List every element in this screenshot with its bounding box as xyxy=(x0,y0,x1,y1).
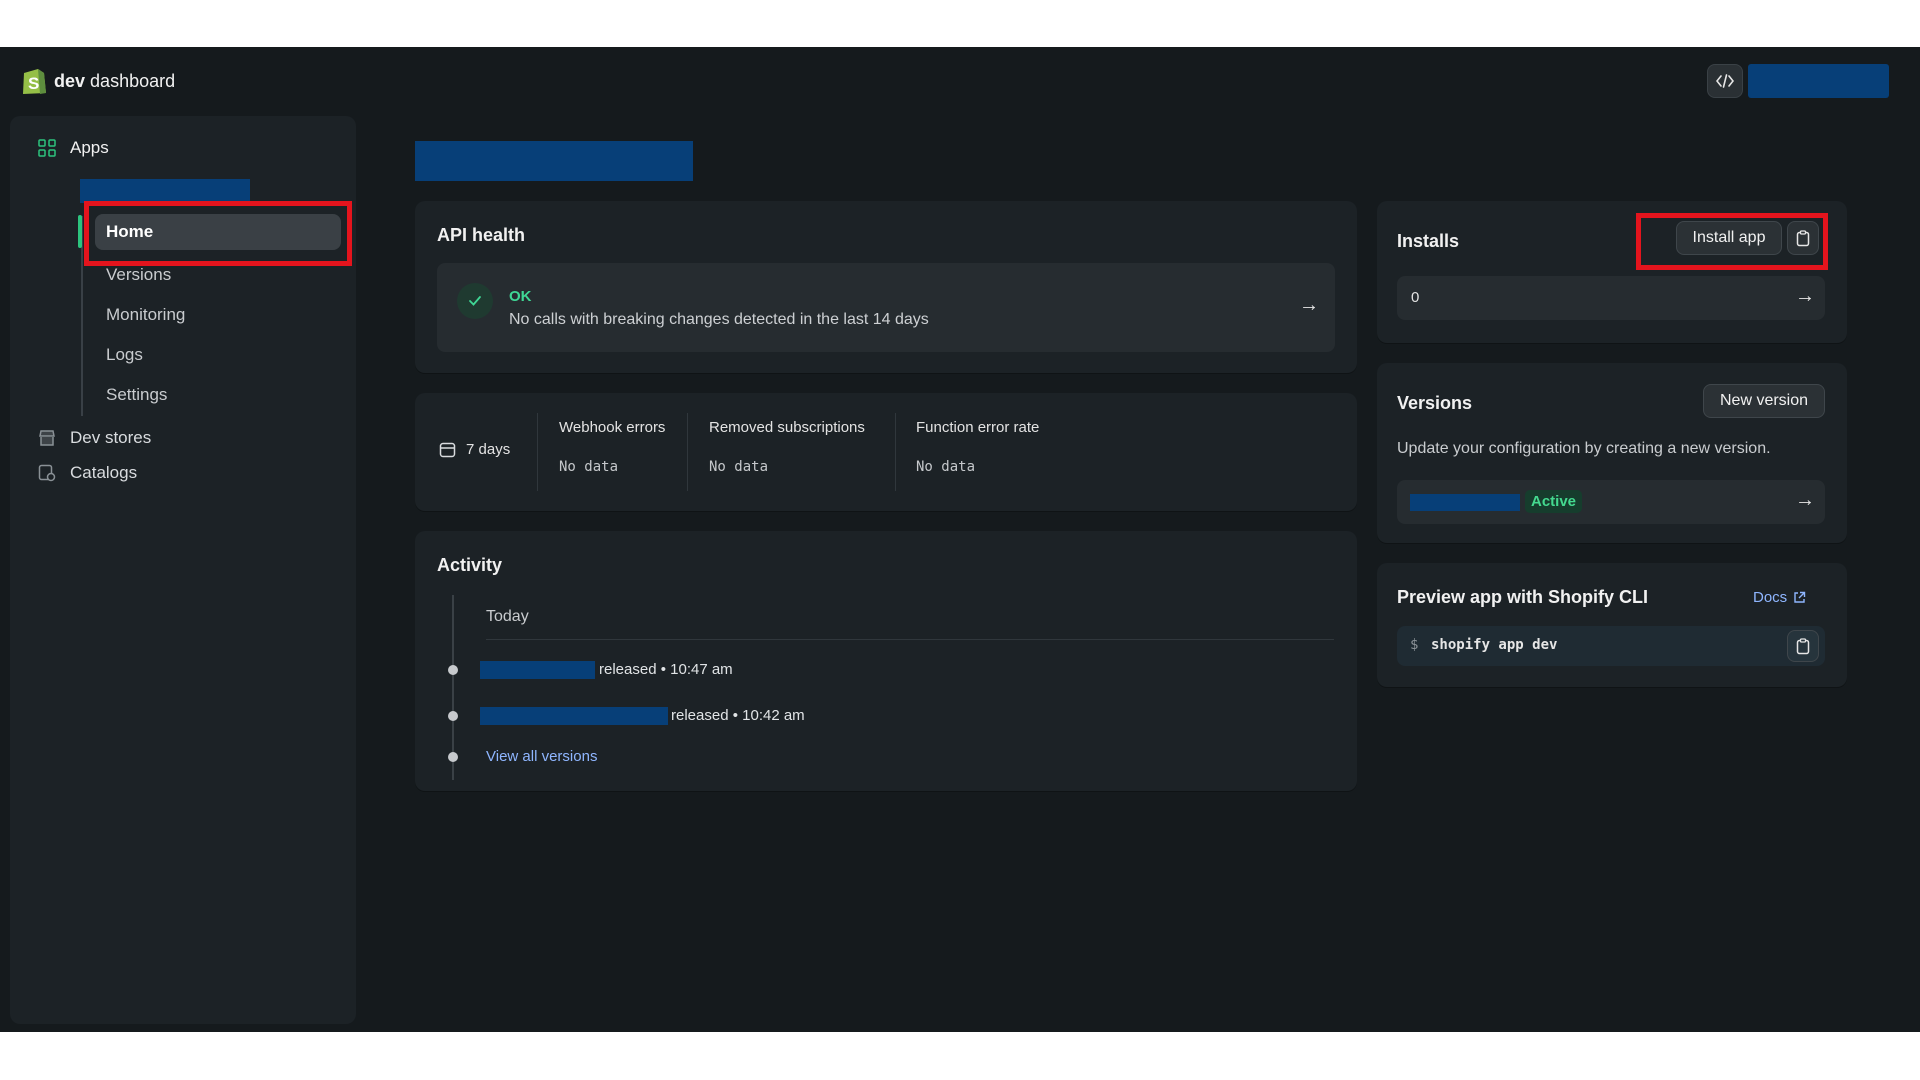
account-menu-redacted[interactable] xyxy=(1748,64,1889,98)
brand-bold: dev xyxy=(54,71,86,91)
metrics-card: 7 days Webhook errors No data Removed su… xyxy=(415,393,1357,511)
app-brand[interactable]: dev dashboard xyxy=(54,71,175,92)
clipboard-icon xyxy=(1796,637,1810,654)
sidebar-item-label: Apps xyxy=(70,138,109,157)
sidebar-item-label: Catalogs xyxy=(70,463,138,482)
sidebar-item-monitoring[interactable]: Monitoring xyxy=(106,305,185,325)
catalog-icon xyxy=(38,464,56,482)
code-view-button[interactable] xyxy=(1707,64,1743,98)
activity-card: Activity Today released • 10:47 am relea… xyxy=(415,531,1357,791)
timeline-dot xyxy=(448,752,458,762)
installs-count: 0 xyxy=(1411,289,1420,306)
activity-action: released xyxy=(599,661,657,678)
sidebar-item-home[interactable]: Home xyxy=(95,214,341,250)
app-window: S dev dashboard Apps Home Versions Monit… xyxy=(0,47,1920,1032)
code-icon xyxy=(1716,74,1734,88)
timeline-dot xyxy=(448,665,458,675)
api-health-status-row[interactable]: OK No calls with breaking changes detect… xyxy=(437,263,1335,352)
view-all-versions-link[interactable]: View all versions xyxy=(486,748,597,765)
app-name-redacted[interactable] xyxy=(80,179,250,203)
preview-cli-card: Preview app with Shopify CLI Docs $ shop… xyxy=(1377,563,1847,687)
activity-time: • 10:47 am xyxy=(660,661,733,678)
sidebar-item-catalogs[interactable]: Catalogs xyxy=(38,463,137,483)
metric-function-error-rate-value: No data xyxy=(916,459,976,475)
sidebar-item-dev-stores[interactable]: Dev stores xyxy=(38,428,151,448)
card-title: Preview app with Shopify CLI xyxy=(1397,587,1649,607)
shopify-logo-icon: S xyxy=(23,69,46,94)
apps-icon xyxy=(38,139,56,157)
api-health-card: API health OK No calls with breaking cha… xyxy=(415,201,1357,373)
card-title: Activity xyxy=(437,555,503,575)
prompt-symbol: $ xyxy=(1410,637,1419,653)
page-title-redacted xyxy=(415,141,693,181)
copy-install-link-button[interactable] xyxy=(1787,221,1819,255)
status-label: OK xyxy=(509,288,532,305)
installs-count-row[interactable]: 0 → xyxy=(1397,276,1825,320)
docs-link-label: Docs xyxy=(1753,589,1788,606)
store-icon xyxy=(39,430,55,446)
arrow-right-icon: → xyxy=(1795,285,1815,307)
divider xyxy=(895,413,896,491)
svg-text:S: S xyxy=(28,74,39,93)
timeline-dot xyxy=(448,711,458,721)
sidebar-item-label: Dev stores xyxy=(70,428,152,447)
copy-command-button[interactable] xyxy=(1787,630,1819,662)
versions-description: Update your configuration by creating a … xyxy=(1397,440,1771,457)
arrow-right-icon: → xyxy=(1795,489,1815,511)
version-name-redacted xyxy=(1410,494,1520,511)
sidebar-item-settings[interactable]: Settings xyxy=(106,385,167,405)
install-app-button[interactable]: Install app xyxy=(1676,221,1782,255)
calendar-icon xyxy=(439,442,456,458)
metric-removed-subscriptions-value: No data xyxy=(709,459,769,475)
period-label: 7 days xyxy=(466,441,511,458)
activity-entry: released • 10:42 am xyxy=(671,707,805,724)
card-title: API health xyxy=(437,225,526,245)
metric-webhook-errors-label: Webhook errors xyxy=(559,419,666,436)
clipboard-icon xyxy=(1796,229,1810,246)
version-name-redacted[interactable] xyxy=(480,707,668,725)
sidebar-item-logs[interactable]: Logs xyxy=(106,345,143,365)
versions-card: Versions New version Update your configu… xyxy=(1377,363,1847,543)
new-version-button[interactable]: New version xyxy=(1703,384,1825,418)
sidebar-item-versions[interactable]: Versions xyxy=(106,265,171,285)
active-indicator xyxy=(78,215,82,248)
activity-time: • 10:42 am xyxy=(732,707,805,724)
activity-action: released xyxy=(671,707,729,724)
activity-group-label: Today xyxy=(486,608,529,625)
check-icon xyxy=(457,283,493,319)
docs-link[interactable]: Docs xyxy=(1753,589,1806,606)
period-selector[interactable]: 7 days xyxy=(439,441,510,458)
arrow-right-icon: → xyxy=(1299,294,1319,316)
card-title: Installs xyxy=(1397,231,1460,251)
metric-removed-subscriptions-label: Removed subscriptions xyxy=(709,419,865,436)
activity-entry: released • 10:47 am xyxy=(599,661,733,678)
cli-command-field[interactable]: $ shopify app dev xyxy=(1397,626,1825,666)
sidebar-item-apps[interactable]: Apps xyxy=(38,138,109,158)
divider xyxy=(537,413,538,491)
active-version-row[interactable]: Active → xyxy=(1397,480,1825,524)
card-title: Versions xyxy=(1397,393,1473,413)
sidebar: Apps Home Versions Monitoring Logs Setti… xyxy=(10,116,356,1024)
divider xyxy=(687,413,688,491)
brand-rest: dashboard xyxy=(90,71,176,91)
metric-webhook-errors-value: No data xyxy=(559,459,619,475)
divider xyxy=(486,639,1334,640)
status-badge: Active xyxy=(1525,490,1583,513)
cli-command: shopify app dev xyxy=(1431,637,1558,653)
installs-card: Installs Install app 0 → xyxy=(1377,201,1847,343)
version-name-redacted[interactable] xyxy=(480,661,595,679)
external-link-icon xyxy=(1794,591,1806,603)
status-message: No calls with breaking changes detected … xyxy=(509,311,929,328)
metric-function-error-rate-label: Function error rate xyxy=(916,419,1040,436)
